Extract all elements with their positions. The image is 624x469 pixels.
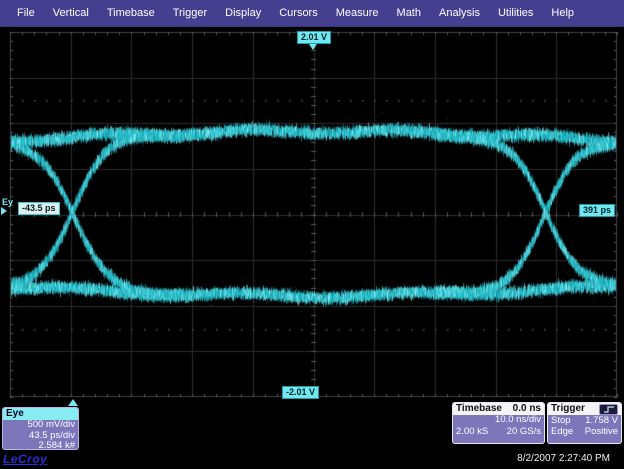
status-bar: LeCroy 8/2/2007 2:27:40 PM [0,450,624,469]
horizontal-offset-badge[interactable]: -43.5 ps [18,202,60,215]
trigger-source-icon [599,404,618,415]
trigger-position-marker-icon[interactable] [68,399,78,406]
eye-vertical-scale: 500 mV/div [3,420,78,431]
timebase-sample-rate: 20 GS/s [507,426,541,437]
right-edge-time-badge[interactable]: 391 ps [579,204,615,217]
lecroy-logo: LeCroy [3,452,47,466]
eye-sweep-count: 2.584 k# [3,441,78,450]
cursor-top-voltage-badge[interactable]: 2.01 V [297,31,331,44]
trigger-slope: Positive [585,426,618,437]
eye-trace-descriptor[interactable]: Eye 500 mV/div 43.5 ps/div 2.584 k# [2,407,79,450]
clock-timestamp: 8/2/2007 2:27:40 PM [517,453,610,464]
cursor-top-marker-icon[interactable] [309,44,317,50]
timebase-samples: 2.00 kS [456,426,488,437]
timebase-descriptor[interactable]: Timebase 0.0 ns 10.0 ns/div 2.00 kS 20 G… [452,402,545,444]
trigger-mode: Stop [551,415,571,426]
trigger-descriptor[interactable]: Trigger Stop 1.758 V Edge Positive [547,402,622,444]
oscilloscope-screen: File Vertical Timebase Trigger Display C… [0,0,624,469]
trace-level-marker-icon[interactable] [1,207,7,215]
trigger-type: Edge [551,426,573,437]
trace-tag-label: Ey [2,197,13,207]
trigger-level: 1.758 V [585,415,618,426]
cursor-bottom-voltage-badge[interactable]: -2.01 V [282,386,319,399]
trigger-title: Trigger [551,403,585,415]
timebase-scale: 10.0 ns/div [453,415,544,426]
